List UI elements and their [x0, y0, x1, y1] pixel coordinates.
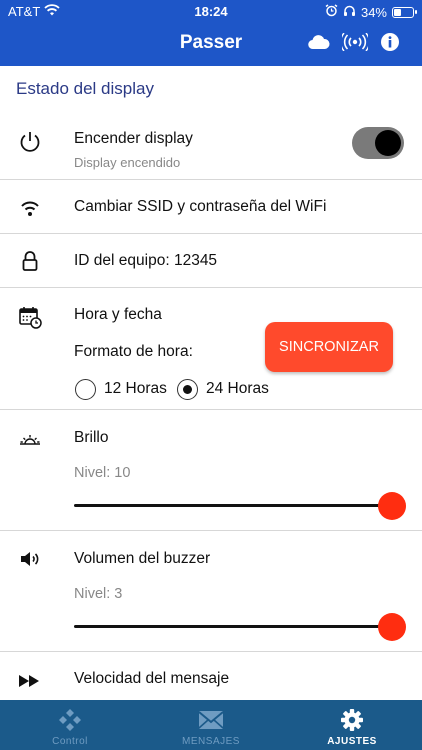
display-power-status: Display encendido [74, 155, 181, 170]
buzzer-slider[interactable] [74, 612, 406, 642]
battery-percent: 34% [360, 4, 387, 20]
time-format-label: Formato de hora: [74, 343, 193, 360]
battery-icon [392, 6, 417, 18]
speaker-icon [18, 547, 42, 571]
time-date-label: Hora y fecha [74, 306, 162, 323]
tab-settings[interactable]: AJUSTES [282, 700, 422, 750]
gear-icon [338, 708, 366, 732]
brightness-level: Nivel: 10 [74, 465, 131, 481]
sync-button[interactable]: SINCRONIZAR [265, 322, 393, 372]
settings-list: Estado del display Encender display Disp… [0, 66, 422, 700]
slider-thumb[interactable] [378, 492, 406, 520]
device-id-row: ID del equipo: 12345 [0, 234, 422, 288]
fast-forward-icon [18, 669, 42, 693]
radio-12h-label[interactable]: 12 Horas [104, 380, 167, 398]
slider-track [74, 504, 392, 507]
toggle-knob [375, 130, 401, 156]
wifi-icon [18, 196, 42, 220]
brightness-slider[interactable] [74, 491, 406, 521]
brightness-icon [18, 427, 42, 451]
brightness-row: Brillo Nivel: 10 [0, 410, 422, 531]
display-power-label: Encender display [74, 130, 193, 147]
gamepad-icon [56, 708, 84, 732]
tab-control[interactable]: Control [0, 700, 140, 750]
radio-24h[interactable] [177, 379, 198, 400]
alarm-icon [325, 4, 338, 20]
envelope-icon [197, 708, 225, 732]
tab-messages-label: MENSAJES [182, 736, 240, 747]
radio-24h-label[interactable]: 24 Horas [206, 380, 269, 398]
headphones-icon [343, 4, 356, 20]
tab-settings-label: AJUSTES [327, 736, 377, 747]
status-bar: AT&T 18:24 34% [0, 0, 422, 24]
message-speed-label: Velocidad del mensaje [74, 670, 230, 687]
nav-bar: Passer [0, 24, 422, 66]
top-bar: AT&T 18:24 34% Passer [0, 0, 422, 66]
info-icon[interactable] [380, 32, 400, 57]
calendar-clock-icon [18, 305, 42, 329]
buzzer-level: Nivel: 3 [74, 586, 123, 602]
tab-control-label: Control [52, 736, 88, 747]
broadcast-icon[interactable] [340, 32, 370, 56]
device-id-label: ID del equipo: 12345 [74, 252, 218, 269]
display-power-toggle[interactable] [352, 127, 404, 159]
tab-messages[interactable]: MENSAJES [141, 700, 281, 750]
buzzer-row: Volumen del buzzer Nivel: 3 [0, 531, 422, 652]
brightness-label: Brillo [74, 429, 109, 446]
cloud-icon[interactable] [308, 34, 330, 55]
tab-bar: Control MENSAJES AJUSTES [0, 700, 422, 750]
power-icon [18, 130, 42, 154]
wifi-label: Cambiar SSID y contraseña del WiFi [74, 198, 327, 215]
buzzer-label: Volumen del buzzer [74, 550, 211, 567]
radio-12h[interactable] [75, 379, 96, 400]
message-speed-row[interactable]: Velocidad del mensaje [0, 652, 422, 700]
slider-thumb[interactable] [378, 613, 406, 641]
radio-dot [182, 384, 192, 394]
wifi-row[interactable]: Cambiar SSID y contraseña del WiFi [0, 180, 422, 234]
lock-icon [18, 249, 42, 273]
slider-track [74, 625, 392, 628]
section-title: Estado del display [16, 79, 154, 98]
